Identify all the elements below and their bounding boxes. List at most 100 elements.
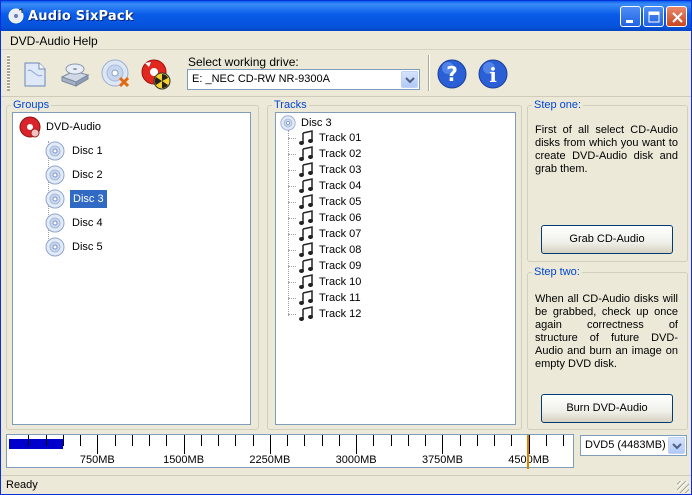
track-item[interactable]: Track 12	[298, 306, 418, 322]
minimize-icon	[626, 20, 633, 23]
capacity-limit-marker	[526, 435, 529, 469]
hard-disk-drive-icon[interactable]	[58, 57, 92, 91]
tree-guide-line	[288, 314, 296, 315]
tree-node-label: Disc 4	[72, 217, 103, 229]
close-icon	[672, 12, 683, 23]
ruler-tick-label: 2250MB	[249, 454, 291, 466]
capacity-ruler: 750MB1500MB2250MB3000MB3750MB4500MB	[6, 434, 574, 469]
music-note-icon	[299, 226, 313, 241]
app-icon	[8, 8, 24, 24]
ruler-tick	[373, 435, 375, 446]
music-note-icon	[299, 306, 313, 321]
tree-node-dvd-audio[interactable]: DVD-Audio	[19, 116, 119, 138]
groups-tree[interactable]: DVD-Audio Disc 1 Disc 2 Disc 3 Disc 4 Di…	[12, 112, 251, 425]
drive-select-value: E: _NEC CD-RW NR-9300A	[192, 73, 330, 85]
title-bar[interactable]: Audio SixPack	[1, 1, 691, 31]
remove-disc-icon[interactable]	[99, 57, 133, 91]
grab-cd-audio-button[interactable]: Grab CD-Audio	[541, 225, 673, 254]
track-item[interactable]: Track 05	[298, 194, 418, 210]
track-label: Track 01	[319, 132, 362, 144]
dvd-audio-disc-icon	[19, 116, 41, 138]
resize-grip[interactable]	[677, 481, 689, 493]
track-item[interactable]: Track 06	[298, 210, 418, 226]
tree-guide-line	[288, 282, 296, 283]
help-icon[interactable]: ?	[435, 57, 469, 91]
step-one-text: First of all select CD-Audio disks from …	[535, 124, 678, 175]
cd-icon	[45, 237, 65, 257]
ruler-tick	[407, 435, 409, 446]
ruler-tick-label: 3000MB	[335, 454, 377, 466]
tree-node-label: DVD-Audio	[46, 121, 102, 133]
ruler-tick	[356, 435, 358, 454]
status-text: Ready	[6, 479, 38, 491]
media-size-select[interactable]: DVD5 (4483MB)	[580, 435, 687, 456]
minimize-button[interactable]	[620, 6, 641, 27]
track-item[interactable]: Track 09	[298, 258, 418, 274]
step-two-text: When all CD-Audio disks will be grabbed,…	[535, 293, 678, 370]
tree-guide-line	[288, 170, 296, 171]
burn-radioactive-icon[interactable]	[139, 57, 173, 91]
tree-node-disc-5[interactable]: Disc 5	[45, 237, 145, 257]
track-item[interactable]: Track 07	[298, 226, 418, 242]
tree-guide-line	[288, 250, 296, 251]
step-two-label: Step two:	[532, 266, 582, 278]
track-item[interactable]: Track 11	[298, 290, 418, 306]
cd-icon	[45, 141, 65, 161]
menu-bar: DVD-Audio Help	[1, 31, 691, 50]
chevron-down-icon	[672, 443, 682, 450]
ruler-tick	[166, 435, 168, 446]
ruler-tick-label: 1500MB	[163, 454, 205, 466]
cd-icon	[45, 189, 65, 209]
track-item[interactable]: Track 10	[298, 274, 418, 290]
ruler-tick	[183, 435, 185, 454]
track-item[interactable]: Track 02	[298, 146, 418, 162]
drive-label: Select working drive:	[188, 55, 299, 69]
menu-dvd-audio[interactable]: DVD-Audio	[10, 34, 70, 48]
tree-guide-line	[288, 154, 296, 155]
ruler-tick	[425, 435, 427, 446]
tree-guide-line	[288, 130, 289, 316]
svg-text:i: i	[489, 63, 497, 87]
track-item[interactable]: Track 08	[298, 242, 418, 258]
ruler-tick	[200, 435, 202, 446]
chevron-down-icon	[405, 77, 415, 84]
track-label: Track 04	[319, 180, 362, 192]
track-item[interactable]: Track 03	[298, 162, 418, 178]
tree-guide-line	[288, 234, 296, 235]
menu-help[interactable]: Help	[73, 34, 98, 48]
ruler-tick-label: 3750MB	[421, 454, 463, 466]
drive-dropdown-arrow[interactable]	[401, 71, 418, 88]
ruler-tick	[252, 435, 254, 446]
music-note-icon	[299, 130, 313, 145]
tree-node-disc-4[interactable]: Disc 4	[45, 213, 145, 233]
ruler-tick	[45, 435, 47, 446]
tree-node-disc-2[interactable]: Disc 2	[45, 165, 145, 185]
burn-dvd-audio-button[interactable]: Burn DVD-Audio	[541, 394, 673, 423]
tracks-tree[interactable]: Disc 3 Track 01 Track 02 Track 03 Track 04 T…	[275, 112, 516, 425]
ruler-tick	[97, 435, 99, 454]
info-icon[interactable]: i	[476, 57, 510, 91]
media-dropdown-arrow[interactable]	[668, 437, 685, 454]
track-label: Track 05	[319, 196, 362, 208]
track-item[interactable]: Track 04	[298, 178, 418, 194]
music-note-icon	[299, 210, 313, 225]
track-label: Track 03	[319, 164, 362, 176]
track-label: Track 07	[319, 228, 362, 240]
ruler-tick	[304, 435, 306, 446]
maximize-button[interactable]	[643, 6, 664, 27]
new-project-icon[interactable]	[17, 57, 51, 91]
tree-node-disc-3[interactable]: Disc 3	[45, 189, 145, 209]
tree-node-disc-1[interactable]: Disc 1	[45, 141, 145, 161]
tree-node-label: Disc 1	[72, 145, 103, 157]
track-label: Track 08	[319, 244, 362, 256]
track-item[interactable]: Track 01	[298, 130, 418, 146]
ruler-tick	[131, 435, 133, 446]
tree-node-label: Disc 2	[72, 169, 103, 181]
music-note-icon	[299, 290, 313, 305]
close-button[interactable]	[666, 6, 687, 27]
track-label: Track 06	[319, 212, 362, 224]
toolbar-grip[interactable]	[7, 55, 10, 91]
track-label: Track 10	[319, 276, 362, 288]
drive-select[interactable]: E: _NEC CD-RW NR-9300A	[187, 69, 420, 90]
ruler-tick	[545, 435, 547, 446]
